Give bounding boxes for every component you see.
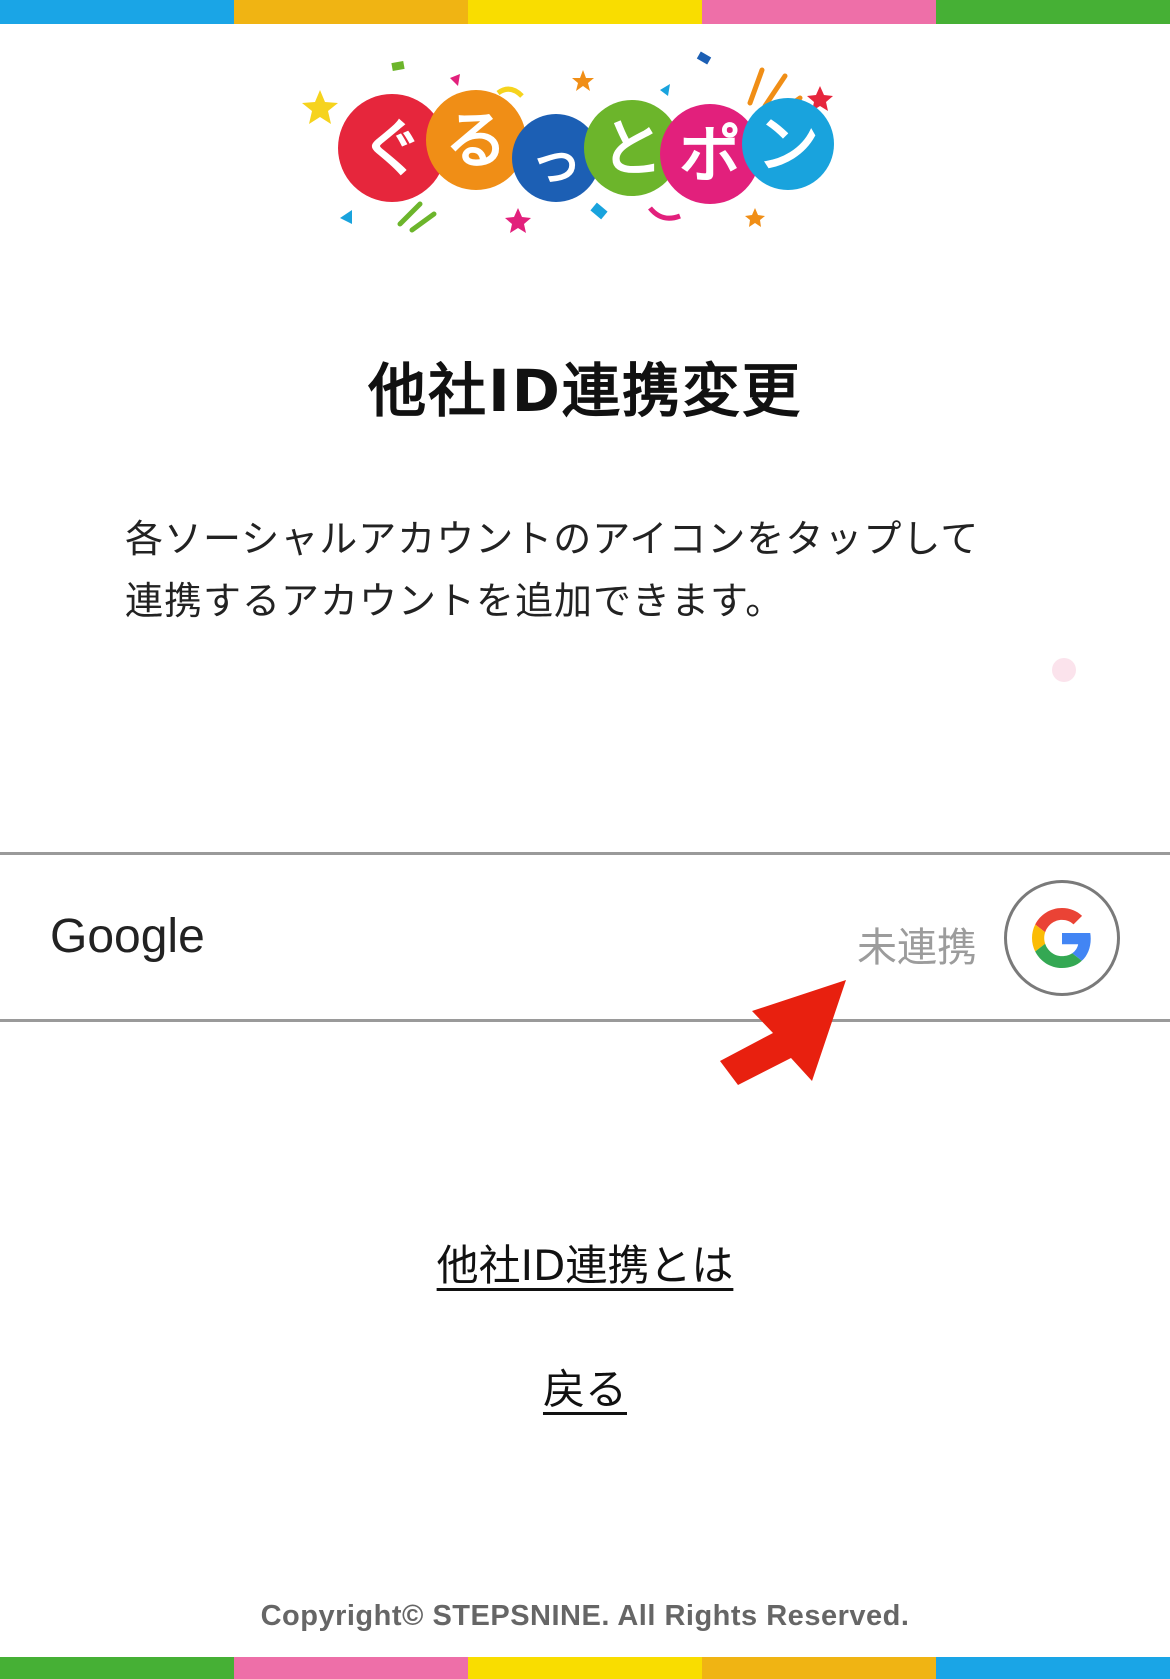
confetti-star bbox=[745, 208, 765, 227]
about-id-linking-link[interactable]: 他社ID連携とは bbox=[437, 1241, 734, 1290]
stripe-segment bbox=[468, 1657, 702, 1679]
confetti-star bbox=[572, 70, 594, 91]
instruction-line: 連携するアカウントを追加できます。 bbox=[125, 579, 785, 623]
google-link-button[interactable] bbox=[1004, 880, 1120, 996]
confetti-piece bbox=[660, 84, 670, 96]
confetti-piece bbox=[391, 61, 405, 71]
bottom-color-stripe bbox=[0, 1657, 1170, 1679]
app-logo: ぐるっとポン bbox=[302, 51, 834, 233]
stripe-segment bbox=[234, 0, 468, 24]
stripe-segment bbox=[0, 0, 234, 24]
instruction-text: 各ソーシャルアカウントのアイコンをタップして 連携するアカウントを追加できます。 bbox=[125, 508, 1065, 632]
provider-name: Google bbox=[50, 910, 205, 963]
confetti-star bbox=[302, 90, 338, 124]
stripe-segment bbox=[702, 0, 936, 24]
account-row-google: Google 未連携 bbox=[0, 852, 1170, 1022]
top-color-stripe bbox=[0, 0, 1170, 24]
instruction-line: 各ソーシャルアカウントのアイコンをタップして bbox=[125, 517, 980, 561]
page-title: 他社ID連携変更 bbox=[368, 356, 802, 425]
confetti-arc bbox=[648, 206, 681, 221]
logo-char: ぐ bbox=[361, 112, 423, 185]
confetti-piece bbox=[696, 51, 712, 65]
confetti-arc bbox=[496, 86, 524, 98]
logo-char: と bbox=[601, 112, 663, 185]
confetti-burst bbox=[397, 201, 437, 233]
logo-char: る bbox=[445, 104, 507, 177]
confetti-star bbox=[505, 208, 531, 233]
stripe-segment bbox=[702, 1657, 936, 1679]
arrow-icon bbox=[720, 980, 846, 1085]
confetti-piece bbox=[450, 74, 460, 86]
back-link[interactable]: 戻る bbox=[543, 1365, 627, 1414]
google-icon bbox=[1032, 908, 1091, 968]
decorative-dot bbox=[1052, 658, 1076, 682]
logo-char: ン bbox=[757, 108, 819, 181]
link-status-label: 未連携 bbox=[857, 925, 977, 971]
copyright-text: Copyright© STEPSNINE. All Rights Reserve… bbox=[260, 1600, 910, 1632]
logo-char: っ bbox=[530, 133, 582, 193]
confetti-piece bbox=[340, 210, 352, 224]
logo-char: ポ bbox=[679, 118, 741, 191]
stripe-segment bbox=[468, 0, 702, 24]
stripe-segment bbox=[936, 0, 1170, 24]
stripe-segment bbox=[936, 1657, 1170, 1679]
stripe-segment bbox=[0, 1657, 234, 1679]
confetti-piece bbox=[590, 202, 608, 220]
stripe-segment bbox=[234, 1657, 468, 1679]
